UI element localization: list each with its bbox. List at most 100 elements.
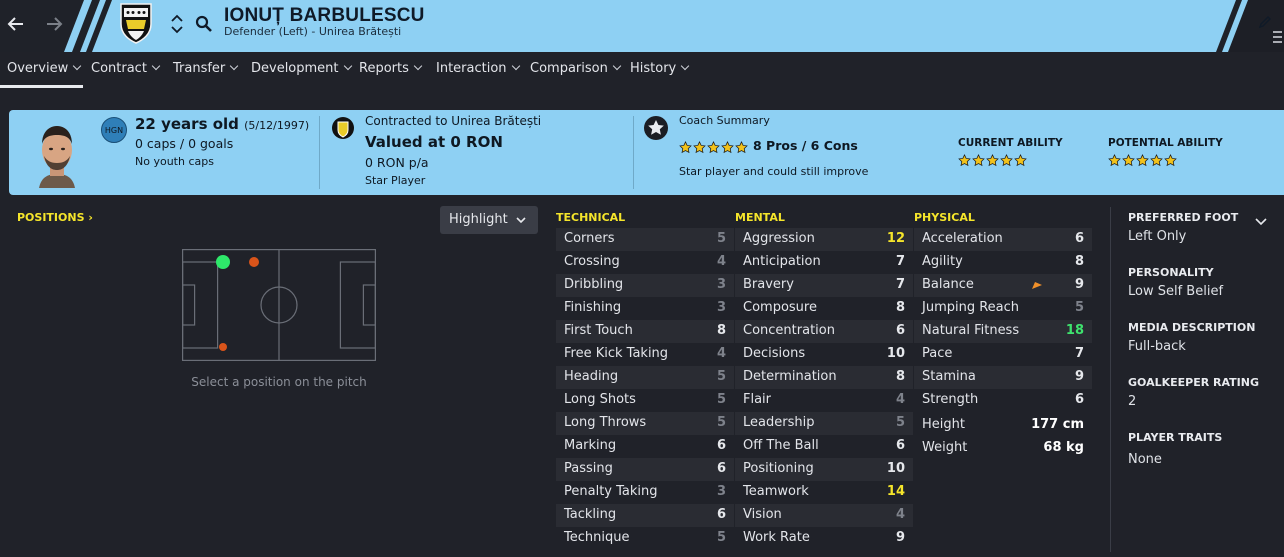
attribute-row[interactable]: Long Shots 5	[556, 389, 734, 412]
attribute-row[interactable]: Tackling 6	[556, 504, 734, 527]
tab-label: Comparison	[530, 61, 608, 76]
forward-button[interactable]	[40, 10, 68, 38]
attribute-row[interactable]: Dribbling 3	[556, 274, 734, 297]
attribute-value: 6	[1074, 392, 1084, 407]
attribute-row[interactable]: Corners 5	[556, 228, 734, 251]
chevron-down-icon	[171, 26, 183, 34]
chevron-down-icon	[343, 61, 352, 71]
attribute-row[interactable]: Aggression 12	[735, 228, 913, 251]
tab-transfer[interactable]: Transfer	[173, 61, 239, 76]
attribute-row[interactable]: Crossing 4	[556, 251, 734, 274]
tab-development[interactable]: Development	[251, 61, 352, 76]
position-marker-natural[interactable]	[216, 255, 230, 269]
nationality-badge[interactable]: HGN	[101, 117, 127, 143]
attribute-row[interactable]: Anticipation 7	[735, 251, 913, 274]
search-button[interactable]	[190, 10, 218, 38]
player-name: IONUȚ BARBULESCU	[224, 5, 425, 26]
attribute-row[interactable]: Penalty Taking 3	[556, 481, 734, 504]
attribute-row[interactable]: Bravery 7	[735, 274, 913, 297]
tab-comparison[interactable]: Comparison	[530, 61, 622, 76]
attribute-label: Aggression	[743, 231, 815, 246]
player-switch-button[interactable]	[163, 8, 191, 40]
tab-overview[interactable]: Overview	[7, 61, 82, 76]
chevron-down-icon	[413, 61, 423, 71]
attribute-row[interactable]: Passing 6	[556, 458, 734, 481]
positions-link[interactable]: POSITIONS ›	[17, 211, 93, 224]
chevron-down-icon	[511, 61, 520, 71]
attribute-row[interactable]: Natural Fitness 18	[914, 320, 1092, 343]
attribute-row[interactable]: Balance 9	[914, 274, 1092, 297]
attribute-row[interactable]: Finishing 3	[556, 297, 734, 320]
chevron-down-icon[interactable]	[1255, 218, 1267, 226]
star-icon	[735, 139, 748, 154]
tab-interaction[interactable]: Interaction	[436, 61, 520, 76]
potential-ability-stars[interactable]	[1108, 152, 1178, 167]
attribute-value: 3	[716, 277, 726, 292]
player-age: 22 years old (5/12/1997)	[135, 115, 309, 133]
chevron-down-icon	[151, 61, 161, 71]
attribute-value: 6	[895, 323, 905, 338]
star-icon	[1122, 152, 1135, 167]
highlight-dropdown[interactable]: Highlight	[440, 206, 538, 234]
attribute-row[interactable]: Acceleration 6	[914, 228, 1092, 251]
attribute-row[interactable]: Positioning 10	[735, 458, 913, 481]
pitch-hint: Select a position on the pitch	[191, 375, 367, 389]
attribute-label: Decisions	[743, 346, 806, 361]
tab-history[interactable]: History	[630, 61, 690, 76]
tab-contract[interactable]: Contract	[91, 61, 161, 76]
personality-label: PERSONALITY	[1128, 266, 1214, 279]
back-button[interactable]	[2, 10, 30, 38]
attribute-label: Marking	[564, 438, 617, 453]
attribute-row[interactable]: Pace 7	[914, 343, 1092, 366]
attribute-row[interactable]: Agility 8	[914, 251, 1092, 274]
tab-label: Contract	[91, 61, 147, 76]
attribute-row[interactable]: Concentration 6	[735, 320, 913, 343]
attribute-row[interactable]: Jumping Reach 5	[914, 297, 1092, 320]
height-row: Height 177 cm	[914, 414, 1092, 436]
attribute-label: Natural Fitness	[922, 323, 1020, 338]
coach-stars	[679, 139, 749, 154]
weight-label: Weight	[922, 440, 968, 455]
attribute-value: 9	[895, 530, 905, 545]
preferred-foot-label: PREFERRED FOOT	[1128, 211, 1239, 224]
star-icon	[721, 139, 734, 154]
attribute-label: Jumping Reach	[922, 300, 1020, 315]
attribute-row[interactable]: Off The Ball 6	[735, 435, 913, 458]
attribute-row[interactable]: Technique 5	[556, 527, 734, 550]
menu-button[interactable]	[1270, 28, 1284, 48]
attribute-row[interactable]: Leadership 5	[735, 412, 913, 435]
star-icon	[1164, 152, 1177, 167]
attribute-row[interactable]: Long Throws 5	[556, 412, 734, 435]
position-pitch[interactable]	[182, 249, 376, 361]
attribute-row[interactable]: Marking 6	[556, 435, 734, 458]
attribute-row[interactable]: Heading 5	[556, 366, 734, 389]
attribute-label: Balance	[922, 277, 974, 292]
attribute-row[interactable]: Vision 4	[735, 504, 913, 527]
player-summary-band: HGN 22 years old (5/12/1997) 0 caps / 0 …	[9, 110, 1284, 195]
attribute-row[interactable]: Free Kick Taking 4	[556, 343, 734, 366]
attribute-row[interactable]: Stamina 9	[914, 366, 1092, 389]
attribute-row[interactable]: Determination 8	[735, 366, 913, 389]
attribute-value: 8	[1074, 254, 1084, 269]
tab-reports[interactable]: Reports	[359, 61, 423, 76]
attribute-row[interactable]: Teamwork 14	[735, 481, 913, 504]
attribute-label: Bravery	[743, 277, 794, 292]
attribute-row[interactable]: Decisions 10	[735, 343, 913, 366]
search-icon	[195, 15, 212, 32]
attribute-value: 4	[895, 507, 905, 522]
tab-label: Development	[251, 61, 339, 76]
attribute-row[interactable]: Flair 4	[735, 389, 913, 412]
current-ability-stars[interactable]	[958, 152, 1028, 167]
attribute-row[interactable]: Work Rate 9	[735, 527, 913, 550]
attribute-row[interactable]: Strength 6	[914, 389, 1092, 412]
attribute-value: 18	[1065, 323, 1084, 338]
attribute-label: Long Shots	[564, 392, 636, 407]
attribute-row[interactable]: Composure 8	[735, 297, 913, 320]
contract-club: Contracted to Unirea Brătești	[365, 114, 542, 128]
position-marker-unconvincing[interactable]	[249, 257, 259, 267]
pros-cons[interactable]: 8 Pros / 6 Cons	[753, 138, 858, 153]
attribute-label: Free Kick Taking	[564, 346, 669, 361]
player-wage: 0 RON p/a	[365, 155, 429, 170]
position-marker-unconvincing[interactable]	[219, 343, 227, 351]
attribute-row[interactable]: First Touch 8	[556, 320, 734, 343]
